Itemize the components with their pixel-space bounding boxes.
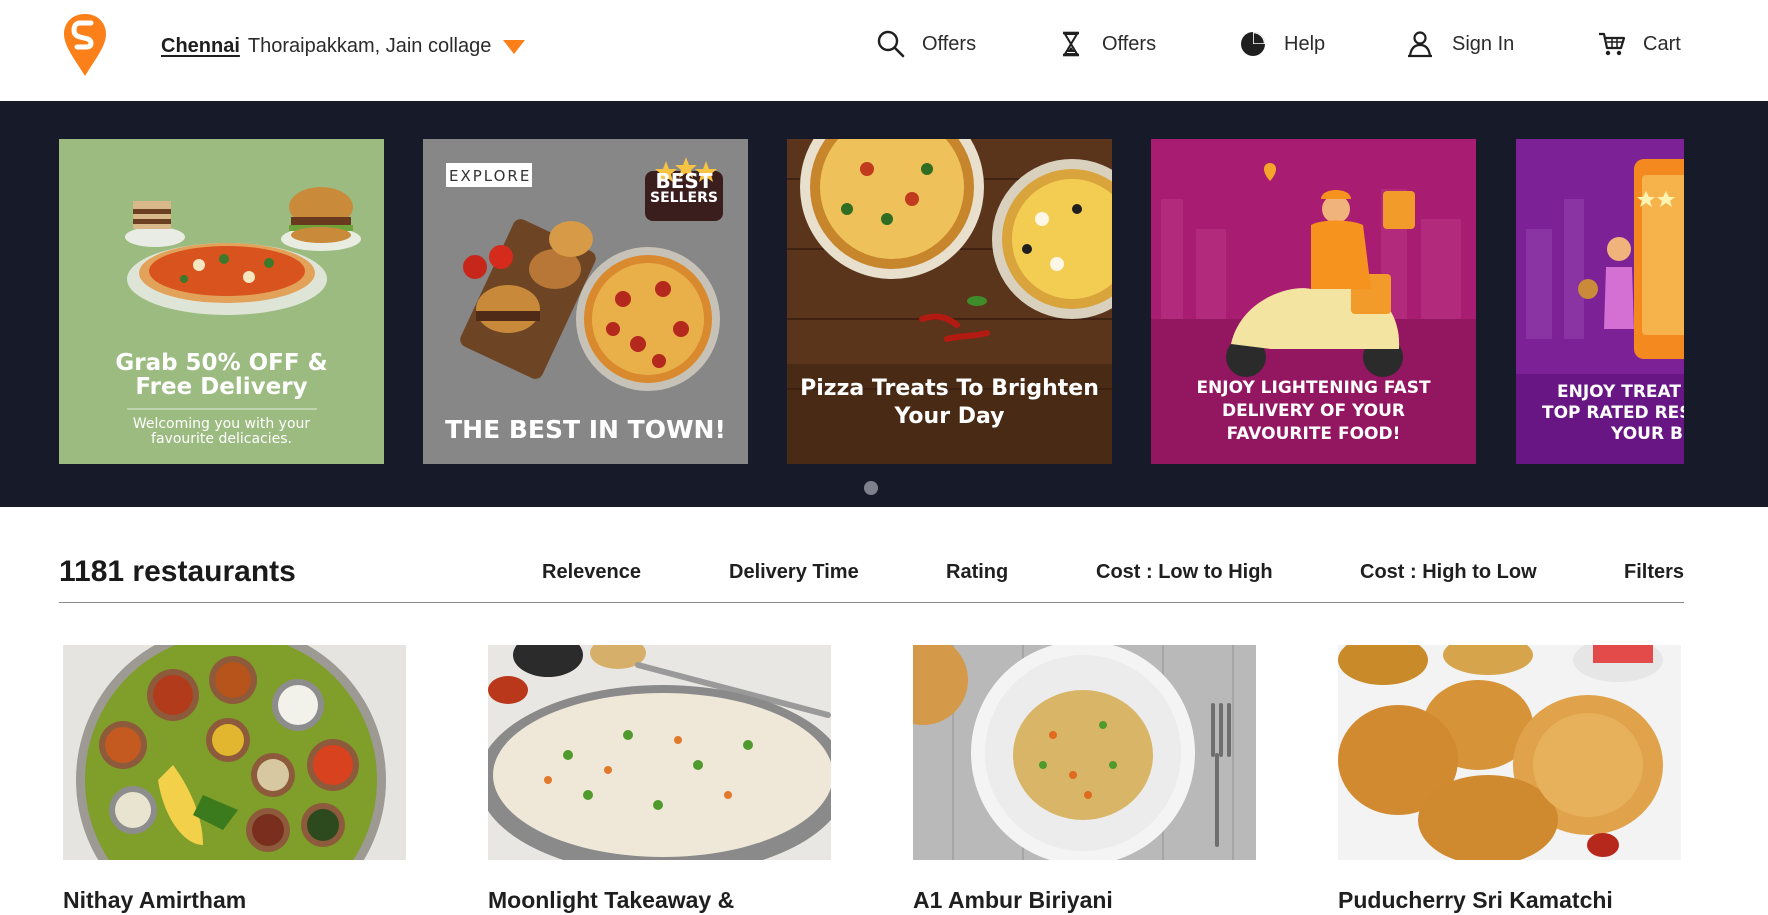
banner-headline-line: ENJOY LIGHTENING FAST [1196, 378, 1431, 398]
banner-headline-line: Grab 50% OFF & [115, 350, 328, 376]
restaurant-card[interactable]: Moonlight Takeaway & [488, 645, 831, 914]
restaurant-card[interactable]: A1 Ambur Biriyani [913, 645, 1256, 914]
banner-headline: Pizza Treats To Brighten Your Day [787, 375, 1112, 431]
best-sellers-line: BEST [655, 169, 713, 193]
swiggy-logo-icon[interactable] [62, 12, 108, 78]
nav-help[interactable]: Help [1238, 29, 1325, 59]
hourglass-icon [1063, 31, 1079, 57]
banner-subtext-line: Welcoming you with your [132, 416, 311, 432]
banner-fast-delivery[interactable]: ENJOY LIGHTENING FAST DELIVERY OF YOUR F… [1151, 139, 1476, 464]
nav-label: Offers [922, 32, 977, 55]
top-header: Chennai Thoraipakkam, Jain collage Offer… [0, 0, 1768, 101]
chevron-down-icon[interactable] [502, 39, 526, 55]
nav-label: Help [1284, 32, 1326, 55]
nav-sign-in[interactable]: Sign In [1406, 29, 1514, 59]
nav-label: Offers [1102, 32, 1157, 55]
banner-subtext: Welcoming you with your favourite delica… [59, 417, 384, 447]
sort-rating[interactable]: Rating [946, 561, 1008, 584]
filter-divider [59, 602, 1684, 603]
banner-top-rated[interactable]: ENJOY TREAT TOP RATED RES YOUR B [1516, 139, 1684, 464]
banner-headline-line: ENJOY TREAT [1557, 382, 1681, 402]
nav-offers[interactable]: Offers [1056, 29, 1156, 59]
user-icon [1408, 31, 1432, 58]
carousel-dot[interactable] [864, 481, 878, 495]
restaurant-card[interactable]: Nithay Amirtham [63, 645, 406, 914]
banner-pizza-treats[interactable]: Pizza Treats To Brighten Your Day [787, 139, 1112, 464]
nav-cart[interactable]: Cart [1597, 29, 1681, 59]
banner-headline: Grab 50% OFF & Free Delivery [59, 351, 384, 399]
banner-headline: ENJOY LIGHTENING FAST DELIVERY OF YOUR F… [1151, 377, 1476, 446]
sort-delivery-time[interactable]: Delivery Time [729, 561, 859, 584]
search-icon [877, 30, 905, 58]
restaurant-name[interactable]: Nithay Amirtham [63, 887, 406, 914]
banner-best-sellers[interactable]: EXPLORE BEST SELLERS THE BEST IN TOWN! [423, 139, 748, 464]
best-sellers-line: SELLERS [650, 190, 718, 206]
best-sellers-badge: BEST SELLERS [645, 169, 723, 207]
poori-photo [1338, 645, 1681, 860]
filters-button[interactable]: Filters [1624, 561, 1684, 584]
banner-subtext-line: favourite delicacies. [151, 431, 292, 447]
restaurant-name[interactable]: Puducherry Sri Kamatchi [1338, 887, 1681, 914]
cart-icon [1599, 32, 1626, 56]
banner-headline: ENJOY TREAT TOP RATED RES YOUR B [1524, 382, 1684, 445]
nav-label: Cart [1643, 32, 1681, 55]
restaurant-card[interactable]: Puducherry Sri Kamatchi [1338, 645, 1681, 914]
nav-offers-search[interactable]: Offers [876, 29, 976, 59]
sort-cost-low-high[interactable]: Cost : Low to High [1096, 561, 1273, 584]
location-city[interactable]: Chennai [161, 35, 240, 58]
banner-headline-line: Your Day [894, 404, 1005, 429]
location-area: Thoraipakkam, Jain collage [247, 35, 492, 57]
location-selector[interactable]: Chennai Thoraipakkam, Jain collage [161, 35, 526, 58]
banner-headline-line: FAVOURITE FOOD! [1226, 424, 1401, 444]
pie-chart-icon [1241, 32, 1265, 56]
offers-carousel: Grab 50% OFF & Free Delivery Welcoming y… [0, 101, 1768, 507]
banner-headline: THE BEST IN TOWN! [445, 415, 726, 444]
thali-photo [63, 645, 406, 860]
explore-badge: EXPLORE [449, 167, 532, 185]
banner-headline-line: YOUR B [1611, 424, 1683, 444]
banner-headline-line: Pizza Treats To Brighten [800, 376, 1099, 401]
nav-label: Sign In [1452, 32, 1515, 55]
banner-headline-line: Free Delivery [135, 374, 308, 400]
restaurant-count: 1181 restaurants [59, 555, 296, 588]
noodles-photo [913, 645, 1256, 860]
restaurant-name[interactable]: Moonlight Takeaway & [488, 887, 831, 914]
fried-rice-photo [488, 645, 831, 860]
banner-headline-line: TOP RATED RES [1542, 403, 1684, 423]
banner-offer-50-off[interactable]: Grab 50% OFF & Free Delivery Welcoming y… [59, 139, 384, 464]
sort-relevance[interactable]: Relevence [542, 561, 641, 584]
restaurant-name[interactable]: A1 Ambur Biriyani [913, 887, 1256, 914]
sort-cost-high-low[interactable]: Cost : High to Low [1360, 561, 1537, 584]
banner-headline-line: DELIVERY OF YOUR [1221, 401, 1406, 421]
